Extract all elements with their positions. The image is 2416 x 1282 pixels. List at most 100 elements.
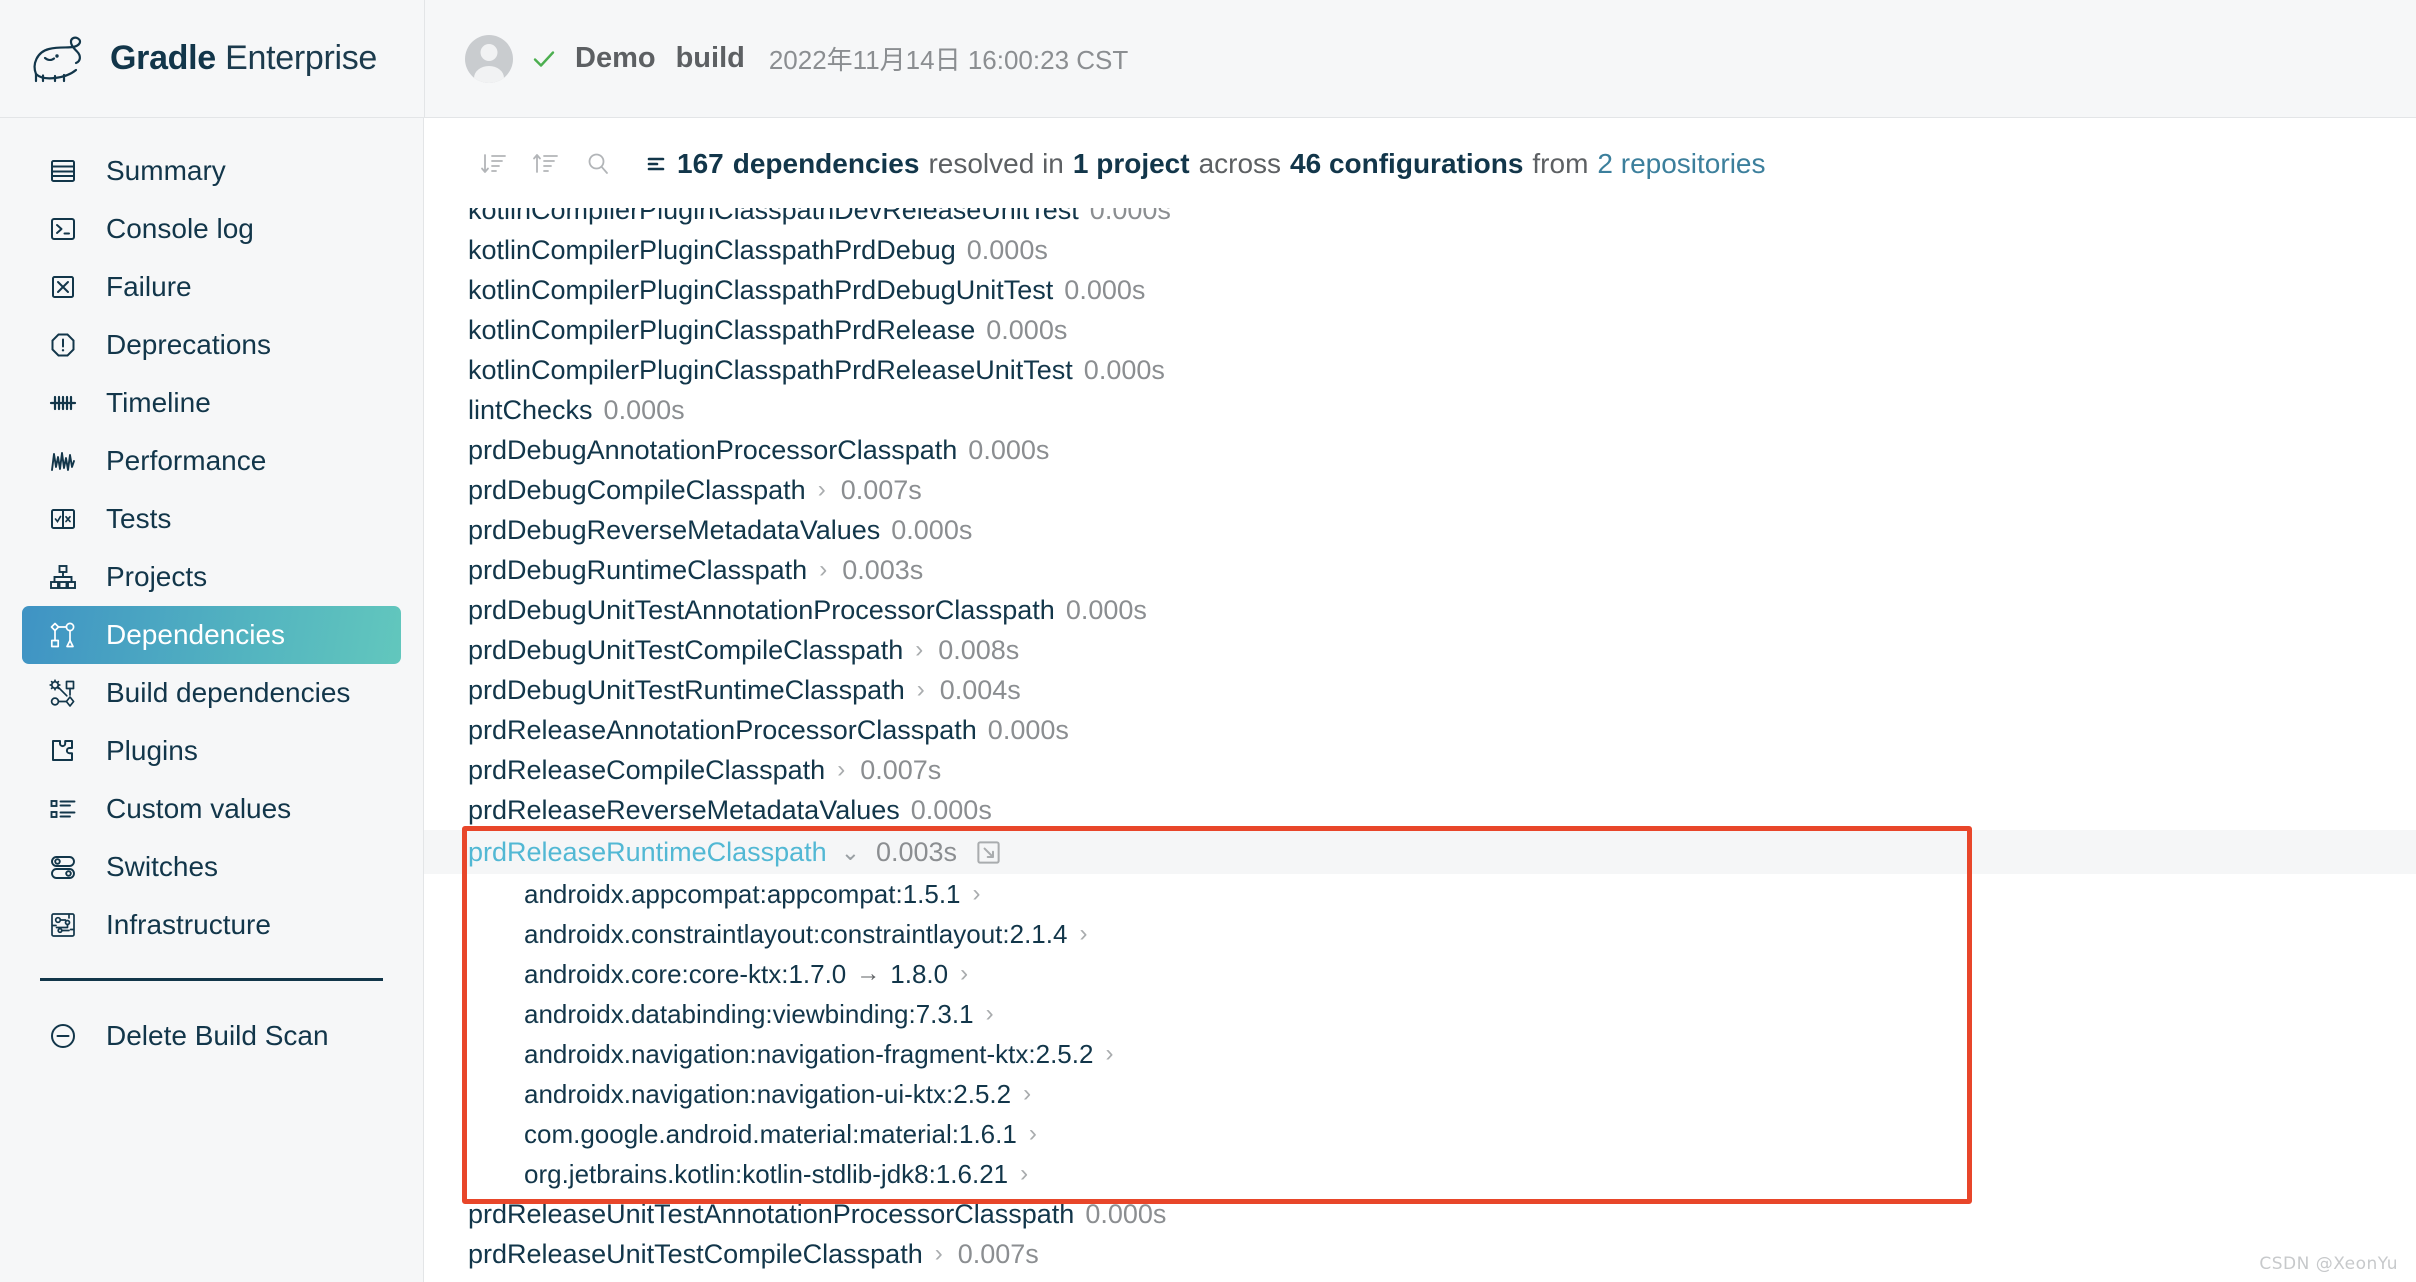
configuration-row[interactable]: kotlinCompilerPluginClasspathDevReleaseU… [424,208,2416,230]
list-values-icon [44,790,82,828]
sidebar-item-summary[interactable]: Summary [22,142,401,200]
dependency-coordinates: androidx.appcompat:appcompat:1.5.1 [524,879,961,910]
configuration-name: prdDebugCompileClasspath [468,475,806,506]
configuration-time: 0.000s [911,795,992,826]
dependency-item-row[interactable]: androidx.navigation:navigation-fragment-… [424,1034,2416,1074]
sidebar-item-infrastructure[interactable]: Infrastructure [22,896,401,954]
configuration-row[interactable]: lintChecks0.000s [424,390,2416,430]
terminal-icon [44,210,82,248]
circuit-board-icon [44,906,82,944]
dependency-list: kotlinCompilerPluginClasspathDevReleaseU… [424,208,2416,1274]
sidebar-item-custom-values[interactable]: Custom values [22,780,401,838]
dependency-count: 167 [677,148,724,180]
chevron-right-icon[interactable]: › [837,756,845,784]
test-split-box-icon [44,500,82,538]
configuration-row[interactable]: prdReleaseUnitTestCompileClasspath›0.007… [424,1234,2416,1274]
dependency-item-row[interactable]: androidx.appcompat:appcompat:1.5.1 › [424,874,2416,914]
chevron-right-icon[interactable]: › [1105,1040,1113,1068]
sidebar-item-plugins[interactable]: Plugins [22,722,401,780]
sidebar-item-deprecations[interactable]: Deprecations [22,316,401,374]
configuration-name: prdReleaseUnitTestAnnotationProcessorCla… [468,1199,1074,1230]
dependency-item-row[interactable]: androidx.databinding:viewbinding:7.3.1› [424,994,2416,1034]
sidebar-item-label: Tests [106,503,171,535]
expanded-configuration-row[interactable]: prdReleaseRuntimeClasspath⌄0.003s [424,830,2416,874]
configuration-row[interactable]: prdDebugRuntimeClasspath›0.003s [424,550,2416,590]
chevron-right-icon[interactable]: › [1020,1160,1028,1188]
chevron-right-icon[interactable]: › [917,676,925,704]
brand-name-bold: Gradle [110,39,216,77]
configuration-row[interactable]: prdReleaseUnitTestAnnotationProcessorCla… [424,1194,2416,1234]
sidebar-item-tests[interactable]: Tests [22,490,401,548]
configuration-name: kotlinCompilerPluginClasspathDevReleaseU… [468,208,1079,226]
sidebar-item-label: Plugins [106,735,198,767]
configuration-row[interactable]: prdDebugUnitTestRuntimeClasspath›0.004s [424,670,2416,710]
configuration-row[interactable]: prdDebugAnnotationProcessorClasspath0.00… [424,430,2416,470]
brand-logo-area[interactable]: Gradle Enterprise [0,0,424,117]
configuration-row[interactable]: prdDebugUnitTestAnnotationProcessorClass… [424,590,2416,630]
sort-ascending-icon[interactable] [520,142,572,186]
dependency-item-row[interactable]: androidx.navigation:navigation-ui-ktx:2.… [424,1074,2416,1114]
configuration-row[interactable]: prdReleaseAnnotationProcessorClasspath0.… [424,710,2416,750]
build-type: build [676,42,745,75]
configuration-name: prdReleaseCompileClasspath [468,755,825,786]
sidebar-item-dependencies[interactable]: Dependencies [22,606,401,664]
chevron-right-icon[interactable]: › [935,1240,943,1268]
version-resolution-arrow-icon: → [856,960,880,988]
dependencies-panel: 167 dependencies resolved in 1 project a… [424,118,2416,1282]
dependency-item-row[interactable]: org.jetbrains.kotlin:kotlin-stdlib-jdk8:… [424,1154,2416,1194]
sidebar-item-performance[interactable]: Performance [22,432,401,490]
sidebar-item-build-dependencies[interactable]: Build dependencies [22,664,401,722]
configuration-time: 0.000s [891,515,972,546]
delete-build-scan-button[interactable]: Delete Build Scan [22,1007,401,1065]
dependency-list-viewport[interactable]: kotlinCompilerPluginClasspathDevReleaseU… [424,208,2416,1282]
chevron-right-icon[interactable]: › [986,1000,994,1028]
sidebar-item-timeline[interactable]: Timeline [22,374,401,432]
dependency-coordinates: androidx.core:core-ktx:1.7.0 [524,959,846,990]
sidebar-item-projects[interactable]: Projects [22,548,401,606]
chevron-right-icon[interactable]: › [973,880,981,908]
search-icon[interactable] [572,142,624,186]
sidebar-item-label: Summary [106,155,226,187]
chevron-right-icon[interactable]: › [960,960,968,988]
sidebar-nav: Summary Console log Fa [0,118,424,1282]
chevron-right-icon[interactable]: › [1079,920,1087,948]
chevron-right-icon[interactable]: › [1029,1120,1037,1148]
hierarchy-tree-icon [44,558,82,596]
dependency-item-row[interactable]: androidx.core:core-ktx:1.7.0→1.8.0› [424,954,2416,994]
configuration-time: 0.000s [967,235,1048,266]
configuration-time: 0.003s [876,837,957,868]
dependency-summary: 167 dependencies resolved in 1 project a… [646,148,1766,180]
configuration-row[interactable]: prdReleaseCompileClasspath›0.007s [424,750,2416,790]
configuration-name: prdDebugUnitTestCompileClasspath [468,635,903,666]
chevron-down-icon[interactable]: ⌄ [841,839,860,866]
sidebar-item-failure[interactable]: Failure [22,258,401,316]
chevron-right-icon[interactable]: › [1023,1080,1031,1108]
sidebar-item-label: Performance [106,445,266,477]
chevron-right-icon[interactable]: › [818,476,826,504]
sidebar-item-switches[interactable]: Switches [22,838,401,896]
repositories-link[interactable]: 2 repositories [1597,148,1765,180]
configuration-row[interactable]: kotlinCompilerPluginClasspathPrdDebug0.0… [424,230,2416,270]
configuration-time: 0.008s [938,635,1019,666]
configuration-row[interactable]: prdDebugUnitTestCompileClasspath › 0.008s [424,630,2416,670]
dependency-item-row[interactable]: com.google.android.material:material:1.6… [424,1114,2416,1154]
configuration-name: kotlinCompilerPluginClasspathPrdDebugUni… [468,275,1053,306]
sidebar-item-label: Custom values [106,793,291,825]
sort-descending-icon[interactable] [468,142,520,186]
configuration-row[interactable]: kotlinCompilerPluginClasspathPrdRelease0… [424,310,2416,350]
sidebar-item-label: Projects [106,561,207,593]
puzzle-piece-icon [44,732,82,770]
user-avatar-icon[interactable] [465,35,513,83]
configuration-row[interactable]: prdDebugCompileClasspath›0.007s [424,470,2416,510]
sidebar-item-console-log[interactable]: Console log [22,200,401,258]
dependency-item-row[interactable]: androidx.constraintlayout:constraintlayo… [424,914,2416,954]
expand-fullscreen-icon[interactable] [975,839,1002,866]
configuration-time: 0.000s [1066,595,1147,626]
configuration-row[interactable]: prdReleaseReverseMetadataValues0.000s [424,790,2416,830]
chevron-right-icon[interactable]: › [915,636,923,664]
configuration-row[interactable]: kotlinCompilerPluginClasspathPrdDebugUni… [424,270,2416,310]
chevron-right-icon[interactable]: › [819,556,827,584]
configuration-row[interactable]: prdDebugReverseMetadataValues0.000s [424,510,2416,550]
configuration-row[interactable]: kotlinCompilerPluginClasspathPrdReleaseU… [424,350,2416,390]
configuration-time: 0.003s [842,555,923,586]
